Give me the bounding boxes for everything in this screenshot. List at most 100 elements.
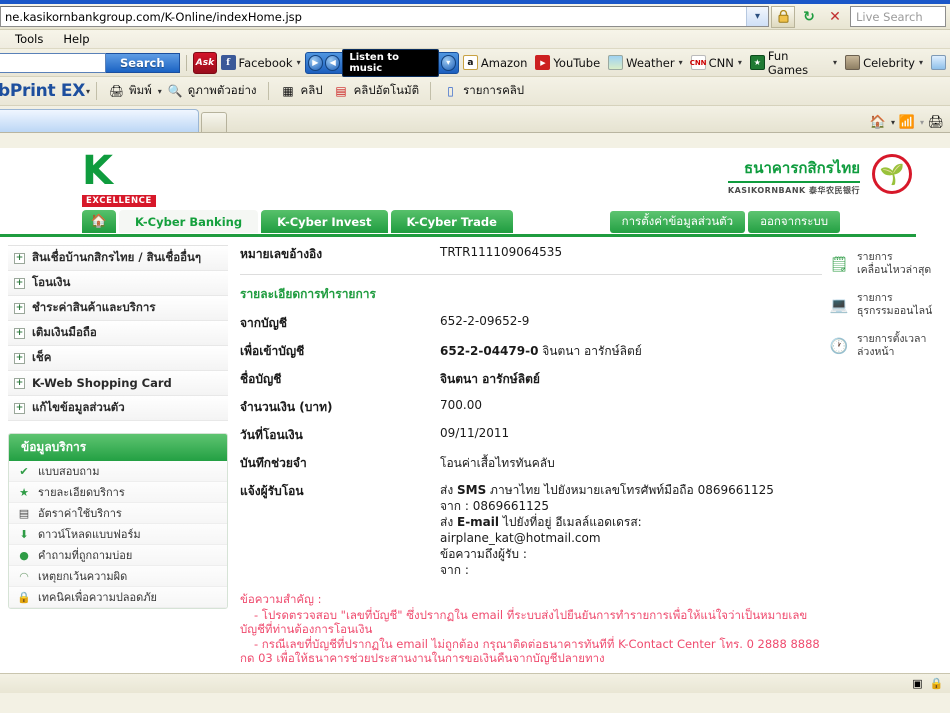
field-label: บันทึกช่วยจำ [240, 454, 440, 473]
chevron-down-icon[interactable]: ▾ [891, 118, 895, 127]
toolbar-link-youtube[interactable]: ▶ YouTube [531, 52, 604, 74]
message-from: จาก : [440, 562, 774, 578]
chevron-down-icon[interactable]: ▾ [297, 58, 301, 67]
volume-icon[interactable]: ◀ [325, 55, 340, 71]
zone-icon[interactable]: ▣ [910, 676, 925, 691]
toolbar-link-facebook[interactable]: f Facebook ▾ [217, 52, 305, 74]
toolbar-link-cnn[interactable]: CNN CNN ▾ [687, 52, 746, 74]
profile-settings-button[interactable]: การตั้งค่าข้อมูลส่วนตัว [610, 211, 746, 233]
tab-k-cyber-trade[interactable]: K-Cyber Trade [391, 210, 513, 233]
quick-link-line-1: รายการตั้งเวลา [857, 333, 926, 345]
service-item-security-tips[interactable]: 🔒 เทคนิคเพื่อความปลอดภัย [9, 587, 227, 608]
service-item-fees[interactable]: ▤ อัตราค่าใช้บริการ [9, 503, 227, 524]
sidebar-item-payments[interactable]: + ชำระค่าสินค้าและบริการ [8, 296, 228, 321]
lock-icon[interactable] [771, 6, 795, 28]
chevron-down-icon[interactable]: ▾ [441, 55, 456, 71]
expand-plus-icon[interactable]: + [14, 378, 25, 389]
home-icon[interactable]: 🏠 [82, 210, 116, 233]
field-transfer-date: วันที่โอนเงิน 09/11/2011 [240, 426, 822, 445]
field-label: จำนวนเงิน (บาท) [240, 398, 440, 417]
toolbar-link-weather[interactable]: Weather ▾ [604, 52, 686, 74]
ask-toolbar: Search Ask f Facebook ▾ ▶ ◀ Listen to mu… [0, 49, 950, 77]
print-icon[interactable]: 🖨 [926, 112, 946, 132]
tab-k-cyber-invest[interactable]: K-Cyber Invest [261, 210, 387, 233]
rss-feed-icon[interactable]: 📶 [897, 112, 917, 132]
stop-icon[interactable]: ✕ [823, 6, 847, 28]
toolbar-link-overflow[interactable] [927, 52, 950, 74]
quick-link-recent-activity[interactable]: 🗒 รายการ เคลื่อนไหวล่าสุด [828, 251, 950, 276]
toolbar-grip[interactable] [184, 55, 190, 71]
chevron-down-icon[interactable]: ▾ [833, 58, 837, 67]
divider [240, 274, 822, 275]
service-item-exemptions[interactable]: ◠ เหตุยกเว้นความผิด [9, 566, 227, 587]
expand-plus-icon[interactable]: + [14, 253, 25, 264]
quick-link-label: รายการตั้งเวลา ล่วงหน้า [857, 333, 926, 358]
webprint-clip-button[interactable]: ▦ คลิป [275, 82, 328, 100]
clip-icon: ▦ [280, 83, 297, 100]
service-item-questionnaire[interactable]: ✔ แบบสอบถาม [9, 461, 227, 482]
service-item-download-forms[interactable]: ⬇ ดาวน์โหลดแบบฟอร์ม [9, 524, 227, 545]
live-search-input[interactable]: Live Search [850, 6, 946, 27]
kbank-logo-mark: K [82, 154, 144, 188]
new-tab-button[interactable] [201, 112, 227, 132]
refresh-icon[interactable]: ↻ [797, 6, 821, 28]
home-icon[interactable]: 🏠 [868, 112, 888, 132]
expand-plus-icon[interactable]: + [14, 303, 25, 314]
sidebar-item-mobile-topup[interactable]: + เติมเงินมือถือ [8, 321, 228, 346]
ask-logo-icon[interactable]: Ask [193, 52, 216, 74]
browser-tab-active[interactable] [0, 109, 199, 132]
ask-search-input[interactable] [0, 53, 106, 73]
service-item-faq[interactable]: ● คำถามที่ถูกถามบ่อย [9, 545, 227, 566]
kbank-logo[interactable]: K EXCELLENCE [82, 154, 144, 207]
service-item-details[interactable]: ★ รายละเอียดบริการ [9, 482, 227, 503]
webprint-preview-button[interactable]: 🔍 ดูภาพตัวอย่าง [162, 82, 262, 100]
menu-bar: Tools Help [0, 30, 950, 49]
webprint-clip-list-button[interactable]: ▯ รายการคลิป [437, 82, 529, 100]
toolbar-link-celebrity[interactable]: Celebrity ▾ [841, 52, 927, 74]
email-prefix: ส่ง [440, 515, 457, 529]
sms-line: ส่ง SMS ภาษาไทย ไปยังหมายเลขโทรศัพท์มือถ… [440, 482, 774, 498]
chevron-down-icon[interactable]: ▾ [919, 58, 923, 67]
expand-plus-icon[interactable]: + [14, 353, 25, 364]
important-message-title: ข้อความสำคัญ : [240, 592, 822, 607]
sidebar-item-transfer[interactable]: + โอนเงิน [8, 271, 228, 296]
field-label: วันที่โอนเงิน [240, 426, 440, 445]
sidebar-item-label: โอนเงิน [32, 274, 70, 292]
security-icon[interactable]: 🔒 [929, 676, 944, 691]
email-address: airplane_kat@hotmail.com [440, 530, 774, 546]
toolbar-link-amazon[interactable]: a Amazon [459, 52, 531, 74]
tab-k-cyber-banking[interactable]: K-Cyber Banking [119, 210, 258, 233]
chevron-down-icon[interactable]: ▾ [920, 118, 924, 127]
toolbar-link-fun-games[interactable]: ★ Fun Games ▾ [746, 52, 841, 74]
email-strong: E-mail [457, 515, 499, 529]
sidebar-item-loans[interactable]: + สินเชื่อบ้านกสิกรไทย / สินเชื่ออื่นๆ [8, 246, 228, 271]
message-to-recipient: ข้อความถึงผู้รับ : [440, 546, 774, 562]
menu-item-tools[interactable]: Tools [12, 32, 46, 46]
chevron-down-icon[interactable]: ▾ [679, 58, 683, 67]
sidebar-item-edit-profile[interactable]: + แก้ไขข้อมูลส่วนตัว [8, 396, 228, 421]
download-icon: ⬇ [17, 527, 31, 541]
bank-header: K EXCELLENCE ธนาคารกสิกรไทย KASIKORNBANK… [0, 148, 950, 210]
field-label: เพื่อเข้าบัญชี [240, 342, 440, 361]
address-text: ne.kasikornbankgroup.com/K-Online/indexH… [1, 10, 302, 24]
logout-button[interactable]: ออกจากระบบ [748, 211, 840, 233]
chevron-down-icon[interactable]: ▾ [746, 7, 768, 26]
play-icon[interactable]: ▶ [308, 55, 323, 71]
reference-row: หมายเลขอ้างอิง TRTR111109064535 [240, 245, 822, 274]
menu-item-help[interactable]: Help [60, 32, 92, 46]
expand-plus-icon[interactable]: + [14, 403, 25, 414]
expand-plus-icon[interactable]: + [14, 278, 25, 289]
chevron-down-icon[interactable]: ▾ [86, 87, 90, 96]
expand-plus-icon[interactable]: + [14, 328, 25, 339]
ask-search-button[interactable]: Search [106, 53, 180, 73]
quick-link-scheduled[interactable]: 🕐 รายการตั้งเวลา ล่วงหน้า [828, 333, 950, 358]
webprint-auto-clip-button[interactable]: ▤ คลิปอัตโนมัติ [328, 82, 425, 100]
webprint-print-button[interactable]: 🖨 พิมพ์ [103, 82, 157, 100]
quick-link-online-transactions[interactable]: 💻 รายการ ธุรกรรมออนไลน์ [828, 292, 950, 317]
notify-recipient-row: แจ้งผู้รับโอน ส่ง SMS ภาษาไทย ไปยังหมายเ… [240, 482, 822, 578]
chevron-down-icon[interactable]: ▾ [738, 58, 742, 67]
sidebar-item-shopping-card[interactable]: + K-Web Shopping Card [8, 371, 228, 396]
listen-to-music-widget[interactable]: ▶ ◀ Listen to music ▾ [305, 52, 459, 74]
sidebar-item-cheque[interactable]: + เช็ค [8, 346, 228, 371]
address-input[interactable]: ne.kasikornbankgroup.com/K-Online/indexH… [0, 6, 769, 27]
